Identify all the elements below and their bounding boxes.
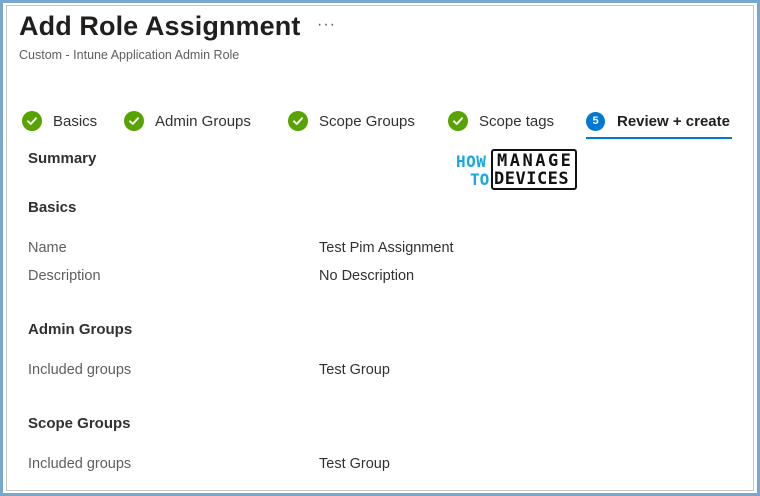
logo-text-manage: MANAGE [497, 151, 574, 171]
basics-heading: Basics [28, 199, 77, 216]
checkmark-icon [124, 111, 144, 131]
description-label: Description [28, 268, 101, 284]
tab-scope-groups[interactable]: Scope Groups [288, 106, 415, 136]
tab-label: Scope Groups [319, 112, 415, 130]
tab-label: Review + create [617, 112, 730, 130]
wizard-tabs: Basics Admin Groups Scope Groups Scope t… [22, 106, 747, 139]
admin-included-groups-value: Test Group [319, 362, 390, 378]
tab-label: Admin Groups [155, 112, 251, 130]
description-value: No Description [319, 268, 415, 284]
admin-groups-heading: Admin Groups [28, 321, 133, 338]
logo-text-how: HOW [456, 152, 487, 171]
more-options-icon[interactable]: ··· [317, 16, 336, 34]
blade-panel: Add Role Assignment ··· Custom - Intune … [6, 5, 754, 491]
page-title: Add Role Assignment [19, 11, 301, 41]
logo-text-to: TO [470, 170, 490, 189]
tab-basics[interactable]: Basics [22, 106, 97, 136]
step-number-badge: 5 [586, 111, 605, 131]
admin-included-groups-label: Included groups [28, 362, 132, 378]
how-to-manage-devices-logo: HOW TO MANAGE DEVICES [456, 149, 578, 191]
tab-label: Basics [53, 112, 98, 130]
checkmark-icon [448, 111, 468, 131]
scope-groups-heading: Scope Groups [28, 415, 131, 432]
summary-heading: Summary [28, 150, 97, 167]
checkmark-icon [288, 111, 308, 131]
checkmark-icon [22, 111, 42, 131]
scope-included-groups-value: Test Group [319, 456, 390, 472]
tab-label: Scope tags [479, 112, 555, 130]
tab-scope-tags[interactable]: Scope tags [448, 106, 554, 136]
logo-text-devices: DEVICES [494, 169, 570, 189]
page-subtitle: Custom - Intune Application Admin Role [19, 48, 240, 62]
name-value: Test Pim Assignment [319, 240, 454, 256]
tab-admin-groups[interactable]: Admin Groups [124, 106, 251, 136]
tab-review-create[interactable]: 5 Review + create [586, 106, 732, 139]
scope-included-groups-label: Included groups [28, 456, 132, 472]
name-label: Name [28, 240, 67, 256]
